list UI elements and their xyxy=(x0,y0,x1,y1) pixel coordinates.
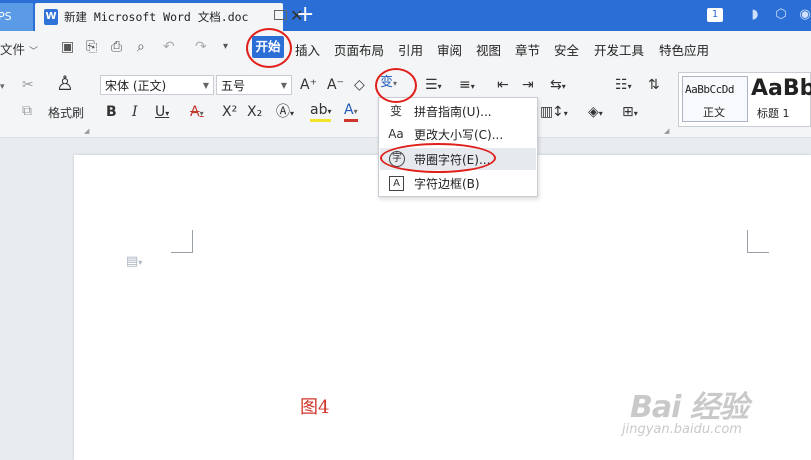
baidu-watermark: Bai 经验 jingyan.baidu.com xyxy=(622,382,772,442)
menu-review[interactable]: 审阅 xyxy=(437,40,462,59)
font-size-select[interactable]: 五号 ▼ xyxy=(216,75,292,95)
cut-icon[interactable]: ✂ xyxy=(22,76,34,94)
format-painter-icon[interactable]: ♙ xyxy=(56,73,74,93)
plus-icon[interactable]: + xyxy=(296,2,314,28)
title-bar: PS W 新建 Microsoft Word 文档.doc ✕ + 1 ◗ ⬡ … xyxy=(0,0,811,31)
menu-bar: 文件 ﹀ ▣ ⎘ ⎙ ⌕ ↶ ↷ ▾ 开始 插入 页面布局 引用 审阅 视图 章… xyxy=(0,31,811,64)
style-heading-preview: AaBb xyxy=(751,76,811,101)
text-effect-icon[interactable]: Ⓐ▾ xyxy=(276,103,294,123)
document-tab-title: 新建 Microsoft Word 文档.doc xyxy=(64,10,249,24)
enclosed-character-icon: 字 xyxy=(389,151,405,167)
print-preview-icon[interactable]: ⌕ xyxy=(137,39,145,55)
menu-item-pinyin-guide[interactable]: 变 拼音指南(U)... xyxy=(380,100,536,122)
style-heading-label: 标题 1 xyxy=(757,107,790,120)
watermark-text: Bai 经验 xyxy=(630,390,749,425)
paragraph-handle-icon[interactable]: ▤▾ xyxy=(126,254,142,269)
menu-item-character-border[interactable]: A 字符边框(B) xyxy=(380,172,536,194)
subscript-icon[interactable]: X₂ xyxy=(247,103,262,121)
style-normal-preview: AaBbCcDd xyxy=(685,83,734,96)
line-spacing-menu-icon[interactable]: ☷▾ xyxy=(615,76,632,96)
pinyin-guide-icon: 变 xyxy=(389,104,402,118)
figure-caption: 图4 xyxy=(300,397,330,418)
menu-file[interactable]: 文件 ﹀ xyxy=(0,39,38,58)
menu-item-enclosed-character[interactable]: 字 带圈字符(E)... xyxy=(380,148,536,170)
text-direction-icon[interactable]: ⇆▾ xyxy=(550,76,566,96)
copy-icon[interactable]: ⧉ xyxy=(22,102,32,120)
menu-item-label: 带圈字符(E)... xyxy=(414,153,491,167)
pinyin-dropdown-menu: 变 拼音指南(U)... Aa 更改大小写(C)... 字 带圈字符(E)...… xyxy=(378,97,538,197)
menu-item-label: 更改大小写(C)... xyxy=(414,128,504,142)
tab-document[interactable]: W 新建 Microsoft Word 文档.doc ✕ xyxy=(35,3,303,31)
menu-developer-tools[interactable]: 开发工具 xyxy=(594,40,644,59)
skin-icon[interactable]: ◗ xyxy=(747,7,763,23)
underline-icon[interactable]: U▾ xyxy=(155,103,169,123)
borders-icon[interactable]: ⊞▾ xyxy=(622,103,638,123)
style-normal-label: 正文 xyxy=(703,106,725,119)
decrease-indent-icon[interactable]: ⇤ xyxy=(497,76,509,94)
numbered-list-icon[interactable]: ≡▾ xyxy=(459,76,475,96)
user-icon[interactable]: ◉ xyxy=(797,7,811,23)
shading-icon[interactable]: ◈▾ xyxy=(588,103,603,123)
menu-special-apps[interactable]: 特色应用 xyxy=(659,40,709,59)
tab-previous[interactable]: PS xyxy=(0,3,33,31)
menu-item-change-case[interactable]: Aa 更改大小写(C)... xyxy=(380,123,536,145)
bullet-list-icon[interactable]: ☰▾ xyxy=(425,76,442,96)
word-icon: W xyxy=(44,9,58,25)
menu-security[interactable]: 安全 xyxy=(554,40,579,59)
character-border-icon: A xyxy=(389,176,404,191)
style-gallery: AaBbCcDd 正文 AaBb 标题 1 xyxy=(678,72,811,127)
menu-view[interactable]: 视图 xyxy=(476,40,501,59)
menu-references[interactable]: 引用 xyxy=(398,40,423,59)
quick-access-dropdown-icon[interactable]: ▾ xyxy=(223,39,228,55)
monitor-icon[interactable] xyxy=(274,10,287,20)
strikethrough-icon[interactable]: A▾ xyxy=(190,103,204,123)
grow-font-icon[interactable]: A⁺ xyxy=(300,76,317,94)
menu-page-layout[interactable]: 页面布局 xyxy=(334,40,384,59)
font-color-icon[interactable]: A▾ xyxy=(344,103,358,122)
export-icon[interactable]: ⎘ xyxy=(86,39,97,55)
undo-icon[interactable]: ↶ xyxy=(163,39,175,55)
menu-insert[interactable]: 插入 xyxy=(295,40,320,59)
menu-section[interactable]: 章节 xyxy=(515,40,540,59)
print-icon[interactable]: ⎙ xyxy=(111,39,122,55)
watermark-subtext: jingyan.baidu.com xyxy=(622,422,742,437)
redo-icon[interactable]: ↷ xyxy=(195,39,207,55)
line-spacing-icon[interactable]: ↕▾ xyxy=(552,103,568,123)
clear-format-icon[interactable]: ◇ xyxy=(354,76,365,94)
save-icon[interactable]: ▣ xyxy=(61,39,74,55)
font-name-select[interactable]: 宋体 (正文) ▼ xyxy=(100,75,214,95)
italic-icon[interactable]: I xyxy=(132,103,138,121)
margin-mark-top-left xyxy=(171,230,193,253)
feedback-icon[interactable]: ⬡ xyxy=(773,7,789,23)
bold-icon[interactable]: B xyxy=(106,103,117,121)
shrink-font-icon[interactable]: A⁻ xyxy=(327,76,344,94)
margin-mark-top-right xyxy=(747,230,769,253)
window-count-badge[interactable]: 1 xyxy=(707,8,723,22)
change-case-icon: Aa xyxy=(388,127,404,141)
paste-dropdown-icon[interactable]: ▾ xyxy=(0,78,5,96)
style-heading-1[interactable]: AaBb 标题 1 xyxy=(751,76,811,122)
superscript-icon[interactable]: X² xyxy=(222,103,237,121)
format-painter-label[interactable]: 格式刷 xyxy=(48,104,84,122)
increase-indent-icon[interactable]: ⇥ xyxy=(522,76,534,94)
menu-item-label: 字符边框(B) xyxy=(414,177,480,191)
menu-item-label: 拼音指南(U)... xyxy=(414,105,492,119)
sort-icon[interactable]: ⇅ xyxy=(648,76,660,94)
style-normal[interactable]: AaBbCcDd 正文 xyxy=(682,76,748,122)
highlight-icon[interactable]: ab▾ xyxy=(310,103,332,122)
menu-home[interactable]: 开始 xyxy=(252,36,284,58)
pinyin-guide-icon[interactable]: 变▾ xyxy=(380,74,397,93)
